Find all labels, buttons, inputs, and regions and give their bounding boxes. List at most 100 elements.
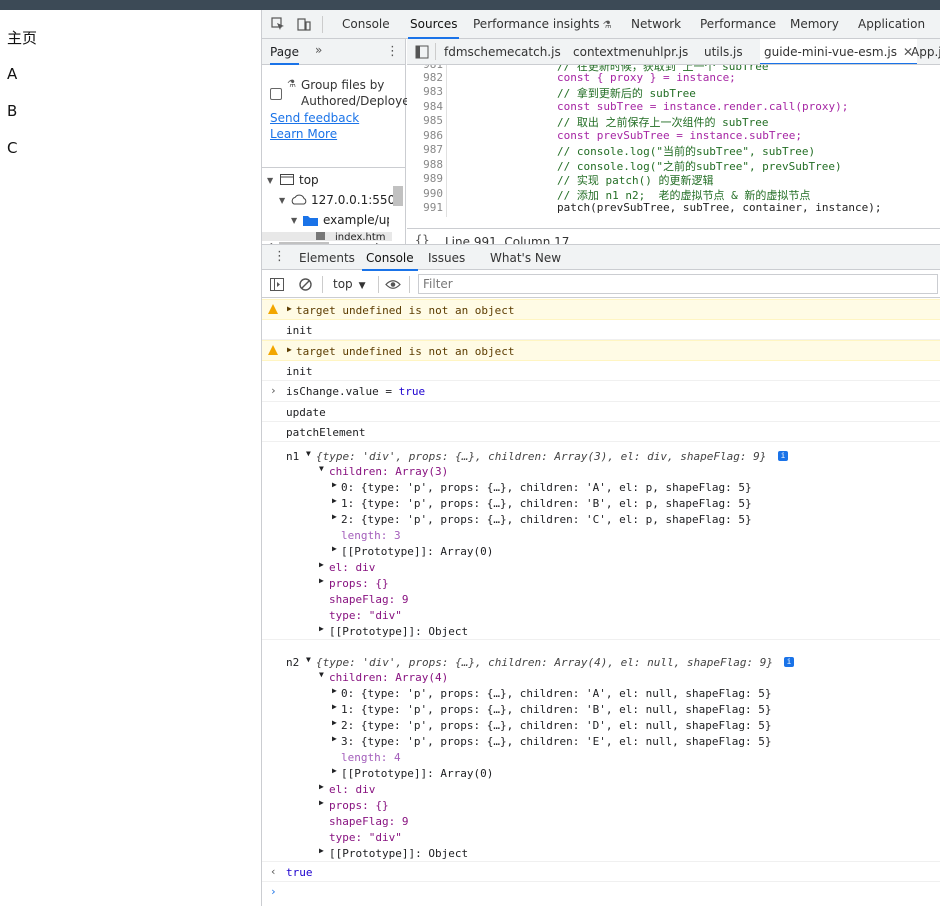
expand-arrow-icon[interactable]: ▶ xyxy=(287,345,292,354)
child-entry[interactable]: 1: {type: 'p', props: {…}, children: 'B'… xyxy=(341,497,752,510)
expand-arrow-icon[interactable]: ▶ xyxy=(319,798,324,807)
prototype-entry[interactable]: [[Prototype]]: Array(0) xyxy=(341,545,493,558)
toggle-navigator-icon[interactable] xyxy=(415,45,429,59)
file-tab-guide-mini-vue[interactable]: guide-mini-vue-esm.js ✕ xyxy=(760,39,918,64)
line-number: 987 xyxy=(423,143,443,156)
expand-arrow-icon[interactable]: ▶ xyxy=(332,734,337,743)
prototype-entry[interactable]: [[Prototype]]: Array(0) xyxy=(341,767,493,780)
eye-icon[interactable] xyxy=(385,279,401,290)
child-entry[interactable]: 1: {type: 'p', props: {…}, children: 'B'… xyxy=(341,703,771,716)
drawer-tab-console[interactable]: Console xyxy=(362,245,418,271)
folder-icon xyxy=(303,216,318,226)
device-toolbar-icon[interactable] xyxy=(297,17,311,31)
expand-arrow-icon[interactable]: ▶ xyxy=(319,560,324,569)
expand-arrow-icon[interactable]: ▶ xyxy=(332,480,337,489)
inspect-element-icon[interactable] xyxy=(271,17,285,31)
console-filter-input[interactable]: Filter xyxy=(418,274,938,294)
divider xyxy=(322,16,323,33)
line-number: 989 xyxy=(423,172,443,185)
tab-network[interactable]: Network xyxy=(631,10,681,39)
learn-more-link[interactable]: Learn More xyxy=(270,127,337,141)
child-entry[interactable]: 0: {type: 'p', props: {…}, children: 'A'… xyxy=(341,687,771,700)
collapse-arrow-icon[interactable]: ▼ xyxy=(319,464,324,473)
el-entry[interactable]: el: div xyxy=(329,561,375,574)
expand-arrow-icon[interactable]: ▶ xyxy=(319,624,324,633)
drawer-menu-icon[interactable]: ⋮ xyxy=(273,249,286,264)
object-summary[interactable]: {type: 'div', props: {…}, children: Arra… xyxy=(316,450,766,463)
tree-item-file[interactable]: index.htm xyxy=(335,232,386,240)
props-entry[interactable]: props: {} xyxy=(329,799,389,812)
el-entry[interactable]: el: div xyxy=(329,783,375,796)
sidebar-toggle-icon[interactable] xyxy=(270,278,284,291)
navigator-vertical-scrollbar[interactable] xyxy=(393,186,403,206)
console-warning: ▶ target undefined is not an object xyxy=(262,340,940,361)
array-length: length: 4 xyxy=(341,751,401,764)
prototype-entry[interactable]: [[Prototype]]: Object xyxy=(329,625,468,638)
collapse-arrow-icon[interactable]: ▼ xyxy=(319,670,324,679)
expand-arrow-icon[interactable]: ▶ xyxy=(319,576,324,585)
child-entry[interactable]: 2: {type: 'p', props: {…}, children: 'D'… xyxy=(341,719,771,732)
dropdown-arrow-icon: ▼ xyxy=(358,281,366,291)
expand-arrow-icon[interactable]: ▶ xyxy=(319,782,324,791)
tree-item-host[interactable]: 127.0.0.1:5500 xyxy=(311,193,403,207)
expand-arrow-icon[interactable]: ▶ xyxy=(332,512,337,521)
page-item-a: A xyxy=(7,65,18,83)
more-tabs-icon[interactable]: » xyxy=(315,43,322,57)
console-prompt[interactable]: › xyxy=(262,882,940,904)
send-feedback-link[interactable]: Send feedback xyxy=(270,111,359,125)
collapse-arrow-icon[interactable]: ▼ xyxy=(306,449,311,458)
child-entry[interactable]: 2: {type: 'p', props: {…}, children: 'C'… xyxy=(341,513,752,526)
file-tab-fdmschemecatch[interactable]: fdmschemecatch.js xyxy=(444,39,561,64)
prototype-entry[interactable]: [[Prototype]]: Object xyxy=(329,847,468,860)
code-line: // 取出 之前保存上一次组件的 subTree xyxy=(557,116,769,129)
console-result: ‹ true xyxy=(262,862,940,882)
line-number: 991 xyxy=(423,201,443,214)
expand-arrow-icon[interactable]: ▼ xyxy=(279,196,285,205)
cloud-icon xyxy=(291,194,307,205)
expand-arrow-icon[interactable]: ▶ xyxy=(332,718,337,727)
line-number: 990 xyxy=(423,187,443,200)
expand-arrow-icon[interactable]: ▶ xyxy=(287,304,292,313)
tab-page[interactable]: Page xyxy=(270,39,300,65)
child-entry[interactable]: 0: {type: 'p', props: {…}, children: 'A'… xyxy=(341,481,752,494)
context-selector[interactable]: top ▼ xyxy=(333,277,366,291)
tab-memory[interactable]: Memory xyxy=(790,10,839,39)
children-header[interactable]: children: Array(3) xyxy=(329,465,448,478)
tab-performance[interactable]: Performance xyxy=(700,10,776,39)
tree-item-folder[interactable]: example/upd xyxy=(323,213,389,227)
code-view[interactable]: 981 982 983 984 985 986 987 988 989 990 … xyxy=(407,65,940,217)
child-entry[interactable]: 3: {type: 'p', props: {…}, children: 'E'… xyxy=(341,735,771,748)
file-tab-app[interactable]: App.js xyxy=(911,39,940,64)
kebab-menu-icon[interactable]: ⋮ xyxy=(386,44,399,59)
expand-arrow-icon[interactable]: ▼ xyxy=(267,176,273,185)
tab-performance-insights[interactable]: Performance insights ⚗ xyxy=(473,10,612,39)
expand-arrow-icon[interactable]: ▼ xyxy=(291,216,297,225)
props-entry[interactable]: props: {} xyxy=(329,577,389,590)
expand-arrow-icon[interactable]: ▶ xyxy=(332,496,337,505)
file-tab-contextmenuhlpr[interactable]: contextmenuhlpr.js xyxy=(573,39,688,64)
expand-arrow-icon[interactable]: ▶ xyxy=(332,686,337,695)
expand-arrow-icon[interactable]: ▶ xyxy=(332,766,337,775)
clear-console-icon[interactable] xyxy=(299,278,312,291)
drawer-tab-elements[interactable]: Elements xyxy=(299,245,355,271)
divider xyxy=(322,276,323,293)
tab-application[interactable]: Application xyxy=(858,10,925,39)
expand-arrow-icon[interactable]: ▶ xyxy=(332,544,337,553)
tab-console[interactable]: Console xyxy=(342,10,390,39)
drawer-tab-issues[interactable]: Issues xyxy=(428,245,465,271)
file-tab-guide-mini-vue-label: guide-mini-vue-esm.js xyxy=(764,45,898,59)
object-summary[interactable]: {type: 'div', props: {…}, children: Arra… xyxy=(316,656,773,669)
console-log: update xyxy=(262,402,940,422)
group-files-checkbox[interactable] xyxy=(270,88,282,100)
expand-arrow-icon[interactable]: ▶ xyxy=(319,846,324,855)
line-number: 986 xyxy=(423,129,443,142)
drawer-tab-whats-new[interactable]: What's New xyxy=(490,245,561,271)
type-entry: type: "div" xyxy=(329,609,402,622)
result-arrow-icon: ‹ xyxy=(270,865,277,878)
file-tab-utils[interactable]: utils.js xyxy=(704,39,743,64)
tree-item-top[interactable]: top xyxy=(299,173,319,187)
children-header[interactable]: children: Array(4) xyxy=(329,671,448,684)
expand-arrow-icon[interactable]: ▶ xyxy=(332,702,337,711)
collapse-arrow-icon[interactable]: ▼ xyxy=(306,655,311,664)
tab-sources[interactable]: Sources xyxy=(408,10,460,39)
